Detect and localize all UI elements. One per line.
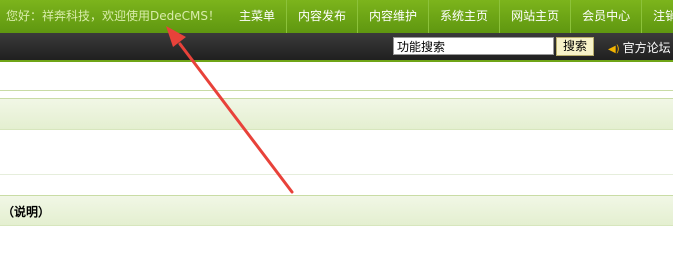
official-forum-label: 官方论坛 bbox=[622, 41, 671, 55]
welcome-message: 您好：祥奔科技，欢迎使用DedeCMS！ bbox=[6, 9, 220, 23]
speaker-icon: ◀) bbox=[608, 44, 620, 55]
nav-maintain-content[interactable]: 内容维护 bbox=[357, 0, 428, 33]
divider bbox=[0, 174, 673, 175]
top-navigation: 主菜单 内容发布 内容维护 系统主页 网站主页 会员中心 注销 bbox=[228, 0, 673, 33]
nav-member-center[interactable]: 会员中心 bbox=[570, 0, 641, 33]
nav-site-home[interactable]: 网站主页 bbox=[499, 0, 570, 33]
official-forum-link[interactable]: ◀) 官方论坛 bbox=[608, 39, 671, 56]
nav-main-menu[interactable]: 主菜单 bbox=[228, 0, 286, 33]
nav-system-home[interactable]: 系统主页 bbox=[428, 0, 499, 33]
divider bbox=[0, 90, 673, 91]
nav-logout[interactable]: 注销 bbox=[641, 0, 673, 33]
nav-publish-content[interactable]: 内容发布 bbox=[286, 0, 357, 33]
section-title: （说明） bbox=[2, 205, 51, 219]
section-header-band: （说明） bbox=[0, 195, 673, 226]
function-search-input[interactable] bbox=[393, 37, 554, 55]
top-header-bar: 您好：祥奔科技，欢迎使用DedeCMS！ 主菜单 内容发布 内容维护 系统主页 … bbox=[0, 0, 673, 33]
toolbar: 搜索 ◀)官方论坛 bbox=[0, 33, 673, 62]
section-header-band bbox=[0, 98, 673, 130]
search-button[interactable]: 搜索 bbox=[556, 37, 594, 56]
